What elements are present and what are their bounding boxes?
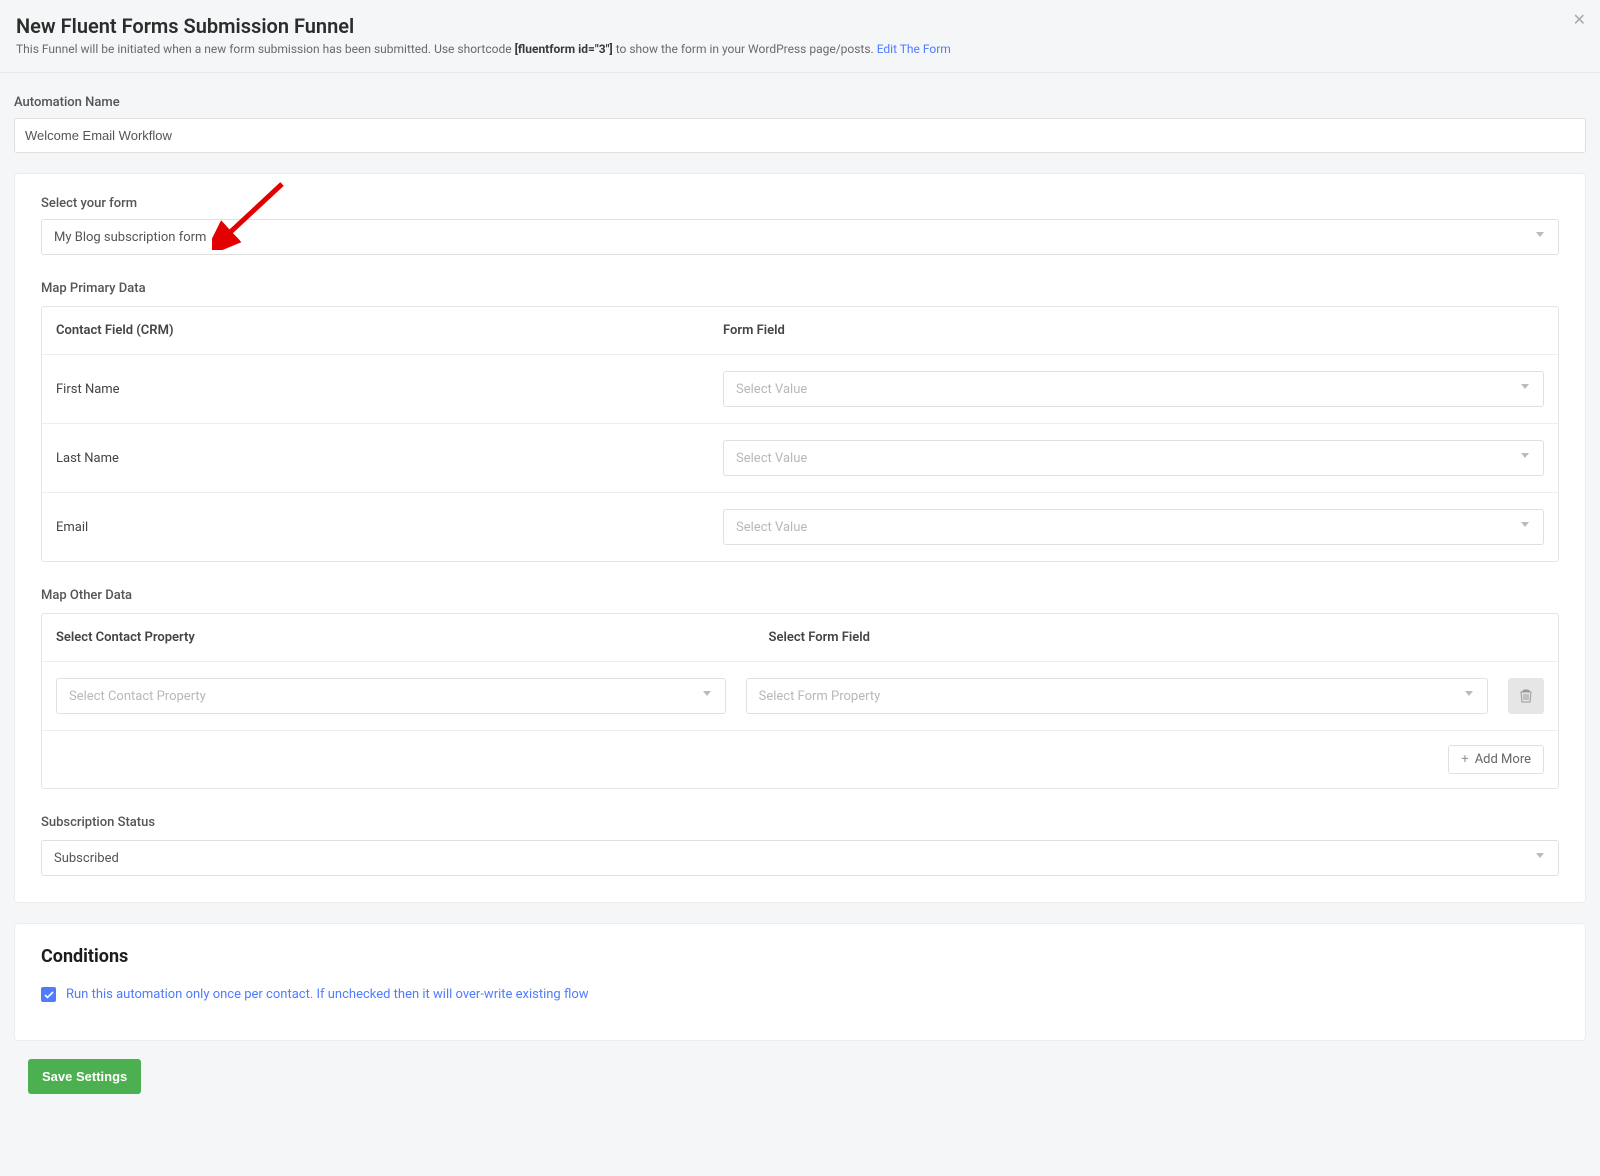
chevron-down-icon [703,691,713,701]
form-field-select[interactable]: Select Value [723,440,1544,476]
delete-row-button[interactable] [1508,678,1544,714]
col-form-field: Select Form Field [755,614,1558,661]
col-contact-property: Select Contact Property [42,614,755,661]
select-form-label: Select your form [41,196,1559,211]
check-icon [44,991,54,999]
select-form-dropdown[interactable]: My Blog subscription form [41,219,1559,255]
map-other-table: Select Contact Property Select Form Fiel… [41,613,1559,789]
run-once-label[interactable]: Run this automation only once per contac… [66,987,589,1002]
settings-panel: Select your form My Blog subscription fo… [14,173,1586,903]
desc-text-b: to show the form in your WordPress page/… [613,42,877,56]
chevron-down-icon [1536,232,1546,242]
main-content: Automation Name Select your form My Blog… [0,73,1600,1104]
modal-description: This Funnel will be initiated when a new… [16,42,1584,56]
automation-name-label: Automation Name [14,95,1586,110]
contact-property-select[interactable]: Select Contact Property [56,678,726,714]
chevron-down-icon [1521,522,1531,532]
run-once-checkbox[interactable] [41,987,56,1002]
placeholder-text: Select Value [736,520,807,535]
map-primary-title: Map Primary Data [41,281,1559,296]
plus-icon: + [1461,752,1468,767]
map-primary-row: Email Select Value [42,493,1558,561]
chevron-down-icon [1521,453,1531,463]
select-form-value: My Blog subscription form [54,230,206,245]
modal-header: New Fluent Forms Submission Funnel This … [0,0,1600,73]
conditions-title: Conditions [41,946,1559,967]
placeholder-text: Select Contact Property [69,689,206,704]
trash-icon [1520,689,1532,703]
map-other-header: Select Contact Property Select Form Fiel… [42,614,1558,662]
shortcode: [fluentform id="3"] [515,42,613,56]
map-other-title: Map Other Data [41,588,1559,603]
modal-title: New Fluent Forms Submission Funnel [16,14,1584,38]
chevron-down-icon [1536,853,1546,863]
subscription-status-value: Subscribed [54,851,119,866]
desc-text-a: This Funnel will be initiated when a new… [16,42,515,56]
chevron-down-icon [1465,691,1475,701]
subscription-status-select[interactable]: Subscribed [41,840,1559,876]
col-contact-field: Contact Field (CRM) [42,307,709,354]
map-primary-header: Contact Field (CRM) Form Field [42,307,1558,355]
form-field-select[interactable]: Select Value [723,509,1544,545]
form-property-select[interactable]: Select Form Property [746,678,1488,714]
save-settings-button[interactable]: Save Settings [28,1059,141,1094]
close-icon[interactable]: ✕ [1573,10,1586,29]
placeholder-text: Select Value [736,382,807,397]
map-primary-table: Contact Field (CRM) Form Field First Nam… [41,306,1559,562]
chevron-down-icon [1521,384,1531,394]
crm-field-label: Last Name [42,435,709,482]
map-other-row: Select Contact Property Select Form Prop… [42,662,1558,731]
add-more-button[interactable]: + Add More [1448,745,1544,774]
add-more-label: Add More [1475,752,1531,767]
col-form-field: Form Field [709,307,1558,354]
conditions-panel: Conditions Run this automation only once… [14,923,1586,1041]
automation-name-input[interactable] [14,118,1586,153]
placeholder-text: Select Form Property [759,689,881,704]
map-primary-row: Last Name Select Value [42,424,1558,493]
form-field-select[interactable]: Select Value [723,371,1544,407]
placeholder-text: Select Value [736,451,807,466]
edit-form-link[interactable]: Edit The Form [877,42,951,56]
subscription-status-label: Subscription Status [41,815,1559,830]
add-more-row: + Add More [42,731,1558,788]
crm-field-label: First Name [42,366,709,413]
map-primary-row: First Name Select Value [42,355,1558,424]
condition-row: Run this automation only once per contac… [41,987,1559,1002]
crm-field-label: Email [42,504,709,551]
